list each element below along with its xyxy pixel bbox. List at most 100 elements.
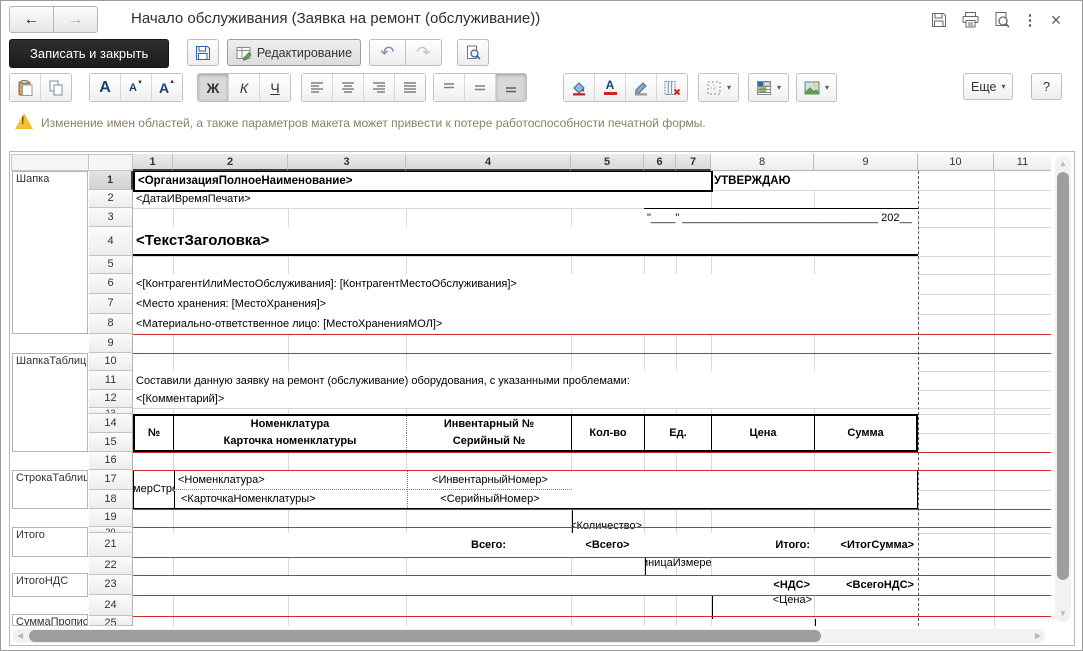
save-button-titlebar[interactable]: [926, 8, 952, 32]
cell-tr-serial[interactable]: <СерийныйНомер>: [407, 491, 572, 508]
column-header-4[interactable]: 4: [406, 154, 571, 171]
cell-th-sum[interactable]: Сумма: [814, 416, 916, 450]
font-button[interactable]: А: [90, 74, 120, 101]
cell-th-price[interactable]: Цена: [711, 416, 814, 450]
save-and-close-button[interactable]: Записать и закрыть: [9, 39, 169, 68]
row-header-3[interactable]: 3: [89, 208, 133, 227]
decrease-font-size-button[interactable]: А▼: [120, 74, 151, 101]
area-label-table-header[interactable]: ШапкаТаблицы: [12, 353, 88, 452]
cell-tr-row-no[interactable]: <НомерСтроки>: [134, 471, 174, 508]
column-header-6[interactable]: 6: [644, 154, 676, 171]
align-center-button[interactable]: [332, 74, 363, 101]
cell-vat-total-value[interactable]: <ВсегоНДС>: [814, 575, 916, 595]
valign-center-button[interactable]: [464, 74, 495, 101]
column-header-2[interactable]: 2: [173, 154, 288, 171]
cell-th-num[interactable]: №: [135, 416, 173, 450]
text-color-button[interactable]: А: [594, 74, 625, 101]
row-header-25[interactable]: 25: [89, 616, 133, 626]
fill-color-button[interactable]: [564, 74, 594, 101]
borders-dropdown[interactable]: ▾: [698, 73, 739, 102]
column-header-5[interactable]: 5: [571, 154, 644, 171]
cell-storage[interactable]: <Место хранения: [МестоХранения]>: [133, 294, 918, 314]
scroll-right-arrow[interactable]: ▶: [1035, 632, 1041, 640]
more-menu-button[interactable]: ⋮: [1017, 8, 1043, 32]
save-button[interactable]: [187, 39, 219, 66]
row-header-1[interactable]: 1: [89, 171, 133, 190]
column-header-11[interactable]: 11: [994, 154, 1051, 171]
column-header-1[interactable]: 1: [133, 154, 173, 171]
selected-cell-org-name[interactable]: <ОрганизацияПолноеНаименование>: [133, 171, 713, 192]
cell-date-blank[interactable]: "____" ________________________________ …: [644, 208, 918, 227]
row-header-18[interactable]: 18: [89, 490, 133, 509]
row-header-14[interactable]: 14: [89, 414, 133, 433]
row-header-11[interactable]: 11: [89, 371, 133, 390]
row-header-12[interactable]: 12: [89, 390, 133, 408]
cell-th-nomenclature-card[interactable]: Карточка номенклатуры: [173, 433, 406, 450]
column-header-3[interactable]: 3: [288, 154, 406, 171]
cell-responsible[interactable]: <Материально-ответственное лицо: [МестоХ…: [133, 314, 918, 334]
picture-dropdown[interactable]: ▾: [796, 73, 837, 102]
cell-request-sentence[interactable]: Составили данную заявку на ремонт (обслу…: [133, 371, 918, 390]
redo-button[interactable]: ↷: [405, 39, 442, 66]
back-button[interactable]: ←: [9, 6, 54, 33]
cell-total-itogo-value[interactable]: <ИтогСумма>: [814, 533, 916, 557]
column-header-7[interactable]: 7: [676, 154, 711, 171]
cells-areas-dropdown[interactable]: ▾: [748, 73, 789, 102]
grid-body[interactable]: <ДатаИВремяПечати> УТВЕРЖДАЮ "____" ____…: [133, 171, 1051, 626]
cell-vat-value[interactable]: <НДС>: [711, 575, 814, 595]
close-button[interactable]: ×: [1043, 8, 1069, 32]
cell-tr-sum[interactable]: <Сумма>: [815, 619, 917, 626]
row-header-16[interactable]: 16: [89, 452, 133, 470]
align-justify-button[interactable]: [394, 74, 425, 101]
cell-approve[interactable]: УТВЕРЖДАЮ: [711, 171, 918, 190]
valign-top-button[interactable]: [434, 74, 464, 101]
column-header-8[interactable]: 8: [711, 154, 814, 171]
row-header-21[interactable]: 21: [89, 533, 133, 557]
row-header-10[interactable]: 10: [89, 353, 133, 371]
cell-total-itogo-label[interactable]: Итого:: [711, 533, 814, 557]
column-header-10[interactable]: 10: [918, 154, 994, 171]
area-label-total[interactable]: Итого: [12, 527, 88, 557]
area-label-header[interactable]: Шапка: [12, 171, 88, 334]
row-header-23[interactable]: 23: [89, 575, 133, 595]
select-all-corner[interactable]: [88, 154, 133, 171]
undo-button[interactable]: ↶: [369, 39, 406, 66]
row-header-6[interactable]: 6: [89, 274, 133, 294]
vertical-scrollbar[interactable]: ▲ ▼: [1055, 156, 1071, 622]
cell-doc-title[interactable]: <ТекстЗаголовка>: [133, 227, 918, 256]
cell-total-vsego-value[interactable]: <Всего>: [571, 533, 644, 557]
area-label-amount-in-words[interactable]: СуммаПрописью: [12, 614, 88, 626]
clear-formatting-button[interactable]: [656, 74, 687, 101]
forward-button[interactable]: →: [53, 6, 98, 33]
cell-counterparty[interactable]: <[КонтрагентИлиМестоОбслуживания]: [Конт…: [133, 274, 918, 294]
row-header-24[interactable]: 24: [89, 595, 133, 616]
cell-tr-nomenclature[interactable]: <Номенклатура>: [174, 471, 407, 490]
row-header-19[interactable]: 19: [89, 509, 133, 527]
horizontal-scrollbar-thumb[interactable]: [29, 630, 821, 642]
cell-tr-nomenclature-card[interactable]: <КарточкаНоменклатуры>: [174, 491, 407, 508]
italic-button[interactable]: К: [228, 74, 259, 101]
align-right-button[interactable]: [363, 74, 394, 101]
vertical-scrollbar-thumb[interactable]: [1057, 172, 1069, 580]
underline-button[interactable]: Ч: [259, 74, 290, 101]
print-preview-button[interactable]: [457, 39, 489, 66]
row-header-22[interactable]: 22: [89, 557, 133, 575]
row-header-7[interactable]: 7: [89, 294, 133, 314]
bold-button[interactable]: Ж: [198, 74, 228, 101]
row-header-8[interactable]: 8: [89, 314, 133, 334]
scroll-down-arrow[interactable]: ▼: [1059, 610, 1067, 618]
cell-th-inventory[interactable]: Инвентарный №: [406, 416, 571, 433]
cell-total-vsego-label[interactable]: Всего:: [406, 533, 571, 557]
area-label-total-vat[interactable]: ИтогоНДС: [12, 573, 88, 597]
copy-button[interactable]: [40, 74, 71, 101]
help-button[interactable]: ?: [1031, 73, 1062, 100]
row-header-4[interactable]: 4: [89, 227, 133, 256]
horizontal-scrollbar[interactable]: ◀ ▶: [13, 629, 1045, 643]
row-header-2[interactable]: 2: [89, 190, 133, 208]
paste-button[interactable]: [10, 74, 40, 101]
cell-tr-inventory[interactable]: <ИнвентарныйНомер>: [407, 471, 572, 490]
cell-th-nomenclature[interactable]: Номенклатура: [173, 416, 406, 433]
cell-print-datetime[interactable]: <ДатаИВремяПечати>: [133, 190, 711, 208]
more-actions-button[interactable]: Еще ▾: [963, 73, 1013, 100]
align-left-button[interactable]: [302, 74, 332, 101]
